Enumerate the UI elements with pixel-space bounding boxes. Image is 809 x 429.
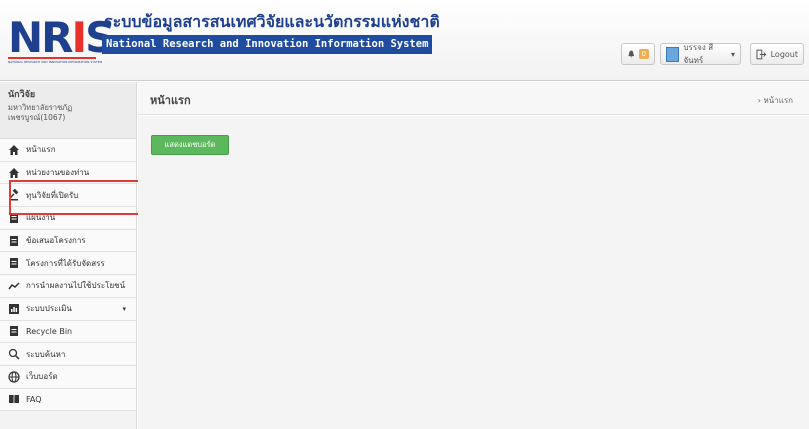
breadcrumb-home[interactable]: หน้าแรก — [763, 96, 793, 105]
avatar — [666, 46, 680, 62]
page-header-bar: หน้าแรก › หน้าแรก — [138, 82, 809, 115]
app-title-english: National Research and Innovation Informa… — [102, 35, 433, 54]
sidebar-item-label: เว็บบอร์ด — [26, 372, 58, 382]
user-menu-button[interactable]: บรรจง สีจันทร์ ▾ — [660, 43, 741, 65]
sidebar: นักวิจัย มหาวิทยาลัยราชภัฏเพชรบูรณ์(1067… — [0, 82, 137, 429]
show-dashboard-button[interactable]: แสดงแดชบอร์ด — [151, 135, 229, 155]
sidebar-item-evaluation[interactable]: ระบบประเมิน ▾ — [0, 297, 136, 321]
sidebar-item-label: ระบบประเมิน — [26, 304, 72, 314]
user-role: นักวิจัย — [8, 90, 36, 100]
sidebar-item-recycle-bin[interactable]: Recycle Bin — [0, 320, 136, 344]
chart-icon — [8, 303, 20, 315]
sidebar-item-label: ระบบค้นหา — [26, 349, 66, 359]
sidebar-item-label: การนำผลงานไปใช้ประโยชน์ — [26, 281, 126, 291]
sidebar-item-home[interactable]: หน้าแรก — [0, 139, 136, 162]
notification-button[interactable]: 0 — [621, 43, 655, 65]
sidebar-item-label: ข้อเสนอโครงการ — [26, 236, 86, 246]
notification-badge: 0 — [638, 49, 649, 59]
sidebar-item-label: โครงการที่ได้รับจัดสรร — [26, 258, 105, 268]
sidebar-item-label: FAQ — [26, 394, 42, 404]
breadcrumb[interactable]: › หน้าแรก — [758, 94, 793, 107]
home-icon — [8, 144, 20, 156]
sidebar-item-funded-projects[interactable]: โครงการที่ได้รับจัดสรร — [0, 252, 136, 276]
logo-subtext: NATIONAL RESEARCH AND INNOVATION INFORMA… — [8, 60, 103, 64]
home-icon — [8, 167, 20, 179]
sidebar-item-proposals[interactable]: ข้อเสนอโครงการ — [0, 229, 136, 253]
page-title: หน้าแรก — [150, 94, 191, 107]
sidebar-item-utilization[interactable]: การนำผลงานไปใช้ประโยชน์ — [0, 275, 136, 298]
bell-icon — [628, 50, 635, 58]
main-content: แสดงแดชบอร์ด — [138, 116, 809, 429]
user-profile-panel: นักวิจัย มหาวิทยาลัยราชภัฏเพชรบูรณ์(1067… — [0, 82, 136, 139]
globe-icon — [8, 371, 20, 383]
logo-stripe — [8, 57, 96, 59]
logo-text: NRIS — [8, 13, 115, 62]
logout-icon — [756, 49, 767, 59]
user-name: บรรจง สีจันทร์ — [683, 43, 714, 65]
sidebar-item-label: หน่วยงานของท่าน — [26, 168, 90, 178]
trend-icon — [8, 280, 20, 292]
file-icon — [8, 325, 20, 337]
sidebar-item-search[interactable]: ระบบค้นหา — [0, 343, 136, 366]
file-icon — [8, 257, 20, 269]
sidebar-item-label: Recycle Bin — [26, 326, 73, 336]
chevron-down-icon: ▾ — [730, 49, 735, 59]
chevron-down-icon: ▾ — [122, 304, 126, 313]
book-icon — [8, 393, 20, 405]
sidebar-item-faq[interactable]: FAQ — [0, 388, 136, 412]
search-icon — [8, 348, 20, 360]
logout-label: Logout — [770, 49, 798, 59]
nris-logo[interactable]: NRIS NATIONAL RESEARCH AND INNOVATION IN… — [4, 16, 115, 64]
sidebar-item-label: หน้าแรก — [26, 145, 56, 155]
sidebar-item-webboard[interactable]: เว็บบอร์ด — [0, 365, 136, 389]
app-title-thai: ระบบข้อมูลสารสนเทศวิจัยและนวัตกรรมแห่งชา… — [104, 12, 440, 31]
app-header: NRIS NATIONAL RESEARCH AND INNOVATION IN… — [0, 0, 809, 81]
logout-button[interactable]: Logout — [750, 43, 804, 65]
user-organization: มหาวิทยาลัยราชภัฏเพชรบูรณ์(1067) — [8, 103, 73, 122]
file-icon — [8, 235, 20, 247]
